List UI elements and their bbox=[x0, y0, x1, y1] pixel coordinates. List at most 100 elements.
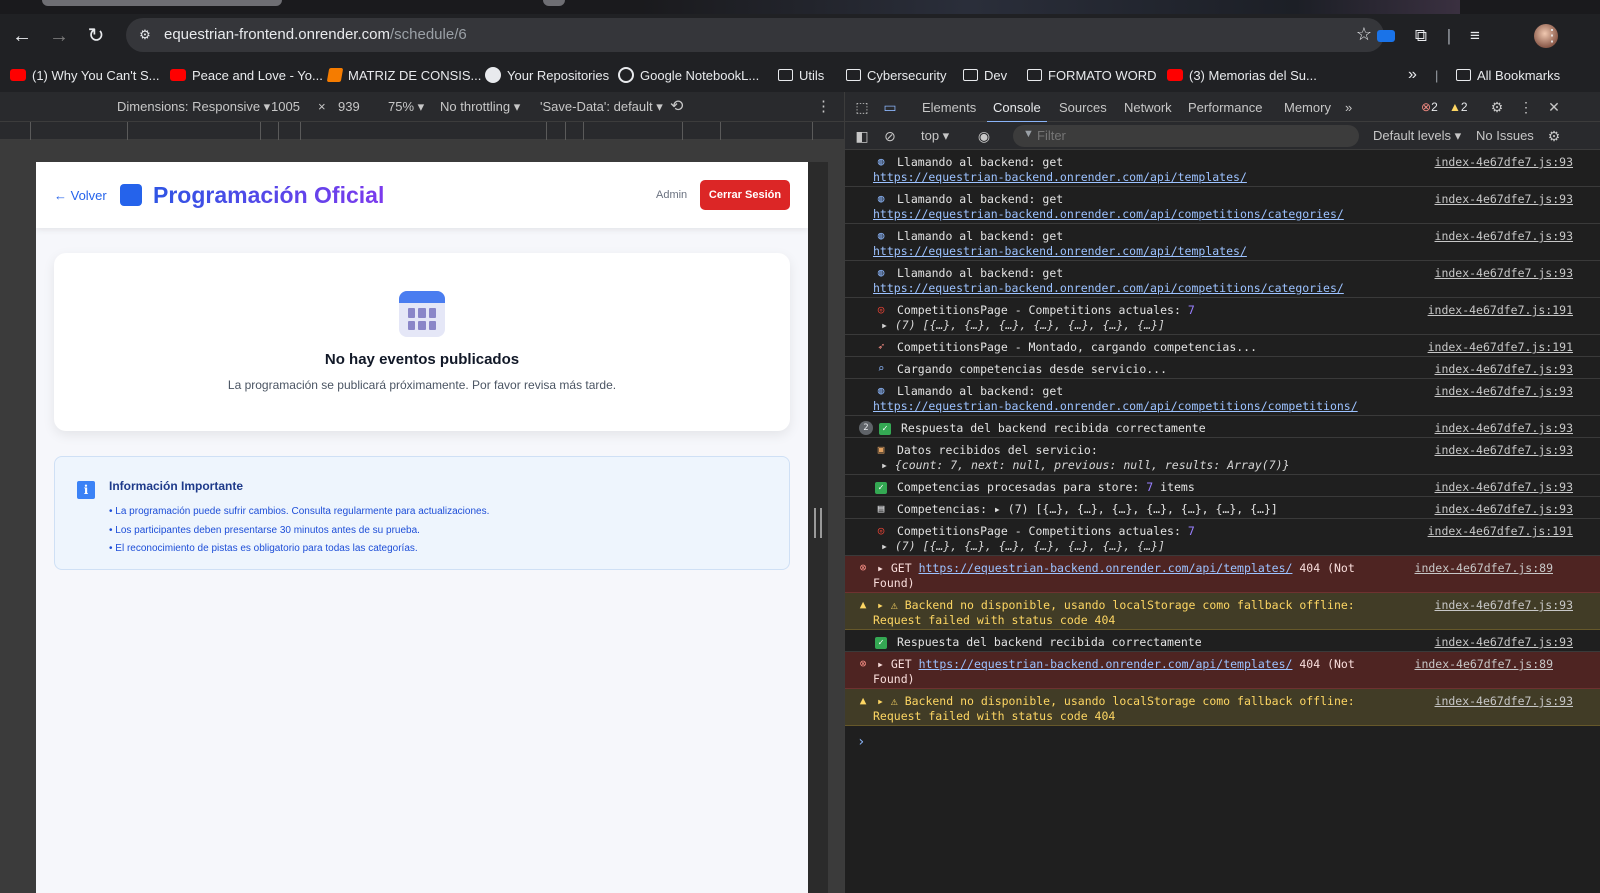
console-prompt[interactable]: › bbox=[857, 734, 865, 750]
request-link[interactable]: https://equestrian-backend.onrender.com/… bbox=[873, 170, 1247, 184]
bookmark-item[interactable]: (3) Memorias del Su... bbox=[1167, 66, 1317, 84]
tab-sources[interactable]: Sources bbox=[1059, 100, 1107, 115]
console-settings-icon[interactable]: ⚙ bbox=[1545, 127, 1563, 145]
tab-console[interactable]: Console bbox=[987, 100, 1047, 123]
expandable-array[interactable]: ▸ (7) [{…}, {…}, {…}, {…}, {…}, {…}, {…}… bbox=[881, 318, 1165, 332]
tab-performance[interactable]: Performance bbox=[1188, 100, 1262, 115]
console-message[interactable]: ◍ Llamando al backend: get https://eques… bbox=[845, 379, 1600, 416]
site-settings-icon[interactable]: ⚙ bbox=[136, 26, 154, 44]
dimensions-select[interactable]: Dimensions: Responsive ▾ bbox=[117, 99, 270, 115]
bookmark-item[interactable]: Your Repositories bbox=[485, 66, 609, 84]
bookmark-folder[interactable]: Utils bbox=[778, 66, 824, 84]
omnibox[interactable]: ⚙ equestrian-frontend.onrender.com/sched… bbox=[126, 18, 1384, 52]
source-link[interactable]: index-4e67dfe7.js:191 bbox=[1428, 303, 1573, 317]
request-link[interactable]: https://equestrian-backend.onrender.com/… bbox=[873, 399, 1358, 413]
save-data-select[interactable]: 'Save-Data': default ▾ bbox=[540, 99, 663, 115]
source-link[interactable]: index-4e67dfe7.js:93 bbox=[1435, 421, 1573, 435]
bookmarks-overflow-button[interactable]: » bbox=[1408, 66, 1417, 84]
viewport-resize-handle[interactable] bbox=[814, 508, 822, 538]
reload-icon[interactable]: ↻ bbox=[84, 24, 108, 48]
console-warning-message[interactable]: ▲ ▸ ⚠ Backend no disponible, usando loca… bbox=[845, 689, 1600, 726]
chrome-menu-icon[interactable]: ⋮ bbox=[1541, 25, 1563, 47]
devtools-menu-icon[interactable]: ⋮ bbox=[1517, 98, 1535, 116]
clear-console-icon[interactable]: ⊘ bbox=[881, 127, 899, 145]
bookmark-item[interactable]: MATRIZ DE CONSIS... bbox=[326, 66, 481, 84]
logout-button[interactable]: Cerrar Sesión bbox=[700, 180, 790, 210]
console-message[interactable]: ➶ CompetitionsPage - Montado, cargando c… bbox=[845, 335, 1600, 357]
source-link[interactable]: index-4e67dfe7.js:191 bbox=[1428, 340, 1573, 354]
bookmark-folder[interactable]: Cybersecurity bbox=[846, 66, 946, 84]
new-tab-button[interactable] bbox=[543, 0, 565, 6]
height-input[interactable]: 939 bbox=[338, 99, 360, 114]
bookmark-item[interactable]: (1) Why You Can't S... bbox=[10, 66, 160, 84]
source-link[interactable]: index-4e67dfe7.js:93 bbox=[1435, 192, 1573, 206]
device-toolbar-menu-icon[interactable]: ⋮ bbox=[816, 97, 831, 115]
throttling-select[interactable]: No throttling ▾ bbox=[440, 99, 520, 115]
console-error-message[interactable]: ⊗ ▸ GET https://equestrian-backend.onren… bbox=[845, 556, 1600, 593]
back-link[interactable]: ← Volver bbox=[54, 188, 107, 203]
more-tabs-button[interactable]: » bbox=[1345, 100, 1352, 115]
expandable-object[interactable]: ▸ {count: 7, next: null, previous: null,… bbox=[881, 458, 1290, 472]
tab-network[interactable]: Network bbox=[1124, 100, 1172, 115]
source-link[interactable]: index-4e67dfe7.js:89 bbox=[1415, 657, 1553, 671]
bookmark-folder[interactable]: FORMATO WORD bbox=[1027, 66, 1157, 84]
gear-icon[interactable]: ⚙ bbox=[1488, 98, 1506, 116]
extensions-puzzle-icon[interactable]: ⧉ bbox=[1410, 25, 1432, 47]
expandable-array[interactable]: ▸ (7) [{…}, {…}, {…}, {…}, {…}, {…}, {…}… bbox=[881, 539, 1165, 553]
console-message[interactable]: ▤ Competencias: ▸ (7) [{…}, {…}, {…}, {…… bbox=[845, 497, 1600, 519]
bookmark-star-icon[interactable]: ☆ bbox=[1356, 24, 1372, 45]
source-link[interactable]: index-4e67dfe7.js:93 bbox=[1435, 229, 1573, 243]
source-link[interactable]: index-4e67dfe7.js:191 bbox=[1428, 524, 1573, 538]
tab-memory[interactable]: Memory bbox=[1284, 100, 1331, 115]
issues-indicator[interactable]: No Issues bbox=[1476, 128, 1534, 143]
source-link[interactable]: index-4e67dfe7.js:93 bbox=[1435, 598, 1573, 612]
media-controls-icon[interactable]: ≡ bbox=[1464, 25, 1486, 47]
back-arrow-icon[interactable]: ← bbox=[10, 24, 34, 48]
request-link[interactable]: https://equestrian-backend.onrender.com/… bbox=[873, 207, 1344, 221]
rotate-icon[interactable]: ⟲ bbox=[670, 96, 683, 116]
source-link[interactable]: index-4e67dfe7.js:93 bbox=[1435, 502, 1573, 516]
bookmark-folder[interactable]: Dev bbox=[963, 66, 1007, 84]
inspect-element-icon[interactable]: ⬚ bbox=[853, 98, 871, 116]
warning-counter[interactable]: ▲2 bbox=[1449, 100, 1468, 114]
all-bookmarks-button[interactable]: All Bookmarks bbox=[1456, 66, 1560, 84]
close-icon[interactable]: ✕ bbox=[1545, 98, 1563, 116]
source-link[interactable]: index-4e67dfe7.js:93 bbox=[1435, 480, 1573, 494]
source-link[interactable]: index-4e67dfe7.js:89 bbox=[1415, 561, 1553, 575]
source-link[interactable]: index-4e67dfe7.js:93 bbox=[1435, 443, 1573, 457]
source-link[interactable]: index-4e67dfe7.js:93 bbox=[1435, 384, 1573, 398]
width-input[interactable]: 1005 bbox=[271, 99, 300, 114]
bookmark-item[interactable]: Peace and Love - Yo... bbox=[170, 66, 323, 84]
console-message[interactable]: ◍ Llamando al backend: get https://eques… bbox=[845, 150, 1600, 187]
log-levels-select[interactable]: Default levels ▾ bbox=[1373, 128, 1461, 144]
source-link[interactable]: index-4e67dfe7.js:93 bbox=[1435, 266, 1573, 280]
request-link[interactable]: https://equestrian-backend.onrender.com/… bbox=[919, 657, 1293, 671]
source-link[interactable]: index-4e67dfe7.js:93 bbox=[1435, 635, 1573, 649]
bookmark-item[interactable]: Google NotebookL... bbox=[618, 66, 759, 84]
console-warning-message[interactable]: ▲ ▸ ⚠ Backend no disponible, usando loca… bbox=[845, 593, 1600, 630]
eye-icon[interactable]: ◉ bbox=[975, 127, 993, 145]
request-link[interactable]: https://equestrian-backend.onrender.com/… bbox=[873, 281, 1344, 295]
error-counter[interactable]: ⊗2 bbox=[1421, 100, 1438, 114]
filter-input[interactable] bbox=[1013, 125, 1359, 147]
request-link[interactable]: https://equestrian-backend.onrender.com/… bbox=[873, 244, 1247, 258]
console-error-message[interactable]: ⊗ ▸ GET https://equestrian-backend.onren… bbox=[845, 652, 1600, 689]
console-message[interactable]: ◎ CompetitionsPage - Competitions actual… bbox=[845, 298, 1600, 335]
context-select[interactable]: top ▾ bbox=[921, 128, 949, 144]
tab-elements[interactable]: Elements bbox=[922, 100, 976, 115]
console-message[interactable]: ◍ Llamando al backend: get https://eques… bbox=[845, 224, 1600, 261]
console-message[interactable]: ◍ Llamando al backend: get https://eques… bbox=[845, 187, 1600, 224]
console-message[interactable]: 2 ✓ Respuesta del backend recibida corre… bbox=[845, 416, 1600, 438]
request-link[interactable]: https://equestrian-backend.onrender.com/… bbox=[919, 561, 1293, 575]
source-link[interactable]: index-4e67dfe7.js:93 bbox=[1435, 362, 1573, 376]
source-link[interactable]: index-4e67dfe7.js:93 bbox=[1435, 155, 1573, 169]
console-message[interactable]: ⌕ Cargando competencias desde servicio..… bbox=[845, 357, 1600, 379]
browser-tab[interactable] bbox=[42, 0, 282, 6]
console-message[interactable]: ✓ Competencias procesadas para store: 7 … bbox=[845, 475, 1600, 497]
url-text[interactable]: equestrian-frontend.onrender.com/schedul… bbox=[164, 26, 467, 43]
console-message[interactable]: ✓ Respuesta del backend recibida correct… bbox=[845, 630, 1600, 652]
source-link[interactable]: index-4e67dfe7.js:93 bbox=[1435, 694, 1573, 708]
sidebar-toggle-icon[interactable]: ◧ bbox=[853, 127, 871, 145]
console-message[interactable]: ▣ Datos recibidos del servicio: ▸ {count… bbox=[845, 438, 1600, 475]
forward-arrow-icon[interactable]: → bbox=[47, 24, 71, 48]
